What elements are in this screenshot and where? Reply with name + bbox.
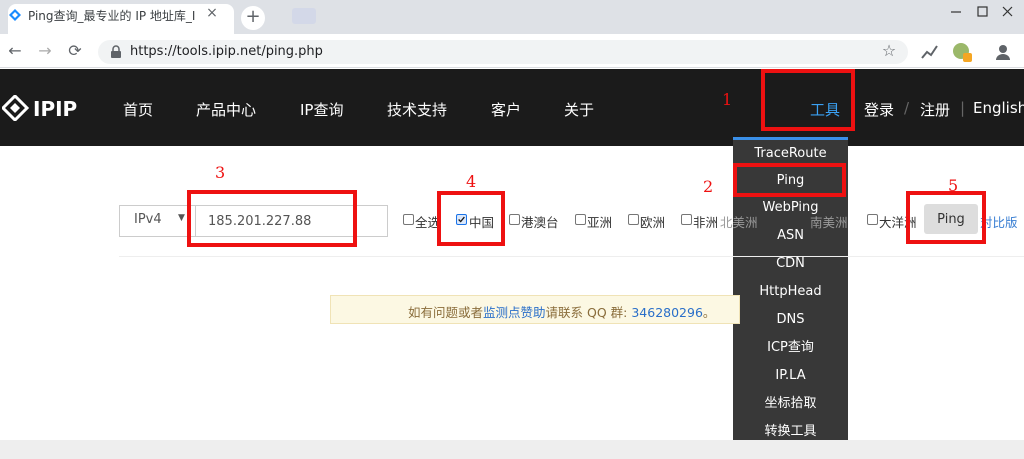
blurred-tab-icon bbox=[292, 8, 316, 24]
annotation-box-ping-menu bbox=[733, 163, 846, 197]
annotation-box-china bbox=[437, 191, 505, 246]
dropdown-item-ipla[interactable]: IP.LA bbox=[733, 362, 848, 390]
checkbox-all[interactable] bbox=[403, 214, 414, 225]
account-icon[interactable] bbox=[994, 42, 1014, 62]
ipip-favicon-icon bbox=[9, 9, 21, 21]
nav-item-products[interactable]: 产品中心 bbox=[196, 99, 256, 120]
nav-item-customers[interactable]: 客户 bbox=[491, 99, 521, 120]
window-close-icon[interactable] bbox=[996, 2, 1020, 22]
checkbox-oceania[interactable] bbox=[867, 214, 878, 225]
reload-icon[interactable]: ⟳ bbox=[64, 40, 86, 62]
tab-close-icon[interactable]: × bbox=[203, 4, 221, 22]
back-icon[interactable]: ← bbox=[4, 40, 26, 62]
window-minimize-icon[interactable] bbox=[944, 2, 968, 22]
lock-icon bbox=[111, 45, 121, 58]
notice-text: 如有问题或者监测点赞助请联系 QQ 群: 346280296。 bbox=[408, 302, 715, 321]
extension-profile-icon[interactable] bbox=[950, 40, 974, 64]
nav-item-support[interactable]: 技术支持 bbox=[387, 99, 447, 120]
dropdown-item-httphead[interactable]: HttpHead bbox=[733, 278, 848, 306]
annotation-number-4: 4 bbox=[466, 172, 477, 191]
checkbox-africa[interactable] bbox=[681, 214, 692, 225]
nav-item-ip-query[interactable]: IP查询 bbox=[300, 99, 343, 120]
dropdown-item-coordinate[interactable]: 坐标拾取 bbox=[733, 390, 848, 418]
url-text: https://tools.ipip.net/ping.php bbox=[130, 44, 323, 59]
nav-divider: | bbox=[960, 99, 966, 117]
region-label-south-america: 南美洲 bbox=[810, 215, 848, 230]
annotation-box-ip-input bbox=[187, 190, 357, 247]
region-label-africa: 非洲 bbox=[693, 215, 719, 230]
region-label-europe: 欧洲 bbox=[640, 215, 666, 230]
login-link[interactable]: 登录 bbox=[864, 99, 894, 120]
checkbox-europe[interactable] bbox=[628, 214, 639, 225]
window-maximize-icon[interactable] bbox=[970, 2, 994, 22]
divider bbox=[119, 256, 1024, 257]
notice-prefix: 如有问题或者 bbox=[408, 305, 484, 320]
page-footer-strip bbox=[0, 440, 1024, 459]
ip-version-value: IPv4 bbox=[134, 212, 162, 227]
new-tab-button[interactable]: + bbox=[241, 6, 265, 30]
nav-separator: / bbox=[904, 99, 910, 117]
sponsor-link[interactable]: 监测点赞助 bbox=[483, 305, 546, 320]
annotation-box-ping-button bbox=[906, 191, 986, 244]
tab-title: Ping查询_最专业的 IP 地址库_IP bbox=[28, 9, 196, 23]
bookmark-star-icon[interactable]: ☆ bbox=[878, 40, 900, 62]
dropdown-item-cdn[interactable]: CDN bbox=[733, 250, 848, 278]
region-label-asia: 亚洲 bbox=[587, 215, 613, 230]
region-label-north-america: 北美洲 bbox=[720, 215, 758, 230]
qq-group-link[interactable]: 346280296 bbox=[631, 305, 703, 320]
checkbox-hk-mo-tw[interactable] bbox=[509, 214, 520, 225]
annotation-number-3: 3 bbox=[215, 163, 226, 182]
annotation-number-2: 2 bbox=[703, 177, 714, 196]
english-link[interactable]: English bbox=[973, 99, 1024, 117]
notice-suffix: 。 bbox=[702, 305, 716, 320]
annotation-number-5: 5 bbox=[948, 176, 959, 195]
annotation-box-tools bbox=[761, 69, 855, 131]
ipip-logo[interactable]: IPIP bbox=[2, 95, 88, 121]
checkbox-asia[interactable] bbox=[575, 214, 586, 225]
nav-item-home[interactable]: 首页 bbox=[123, 99, 153, 120]
region-label-hk-mo-tw: 港澳台 bbox=[521, 215, 559, 230]
select-arrow-icon: ▼ bbox=[178, 213, 185, 223]
dropdown-item-dns[interactable]: DNS bbox=[733, 306, 848, 334]
logo-text: IPIP bbox=[33, 97, 77, 121]
extension-chart-icon[interactable] bbox=[920, 42, 940, 62]
register-link[interactable]: 注册 bbox=[920, 99, 950, 120]
notice-middle: 请联系 QQ 群: bbox=[545, 305, 632, 320]
nav-item-about[interactable]: 关于 bbox=[564, 99, 594, 120]
forward-icon[interactable]: → bbox=[34, 40, 56, 62]
annotation-number-1: 1 bbox=[722, 90, 733, 109]
dropdown-item-icp[interactable]: ICP查询 bbox=[733, 334, 848, 362]
